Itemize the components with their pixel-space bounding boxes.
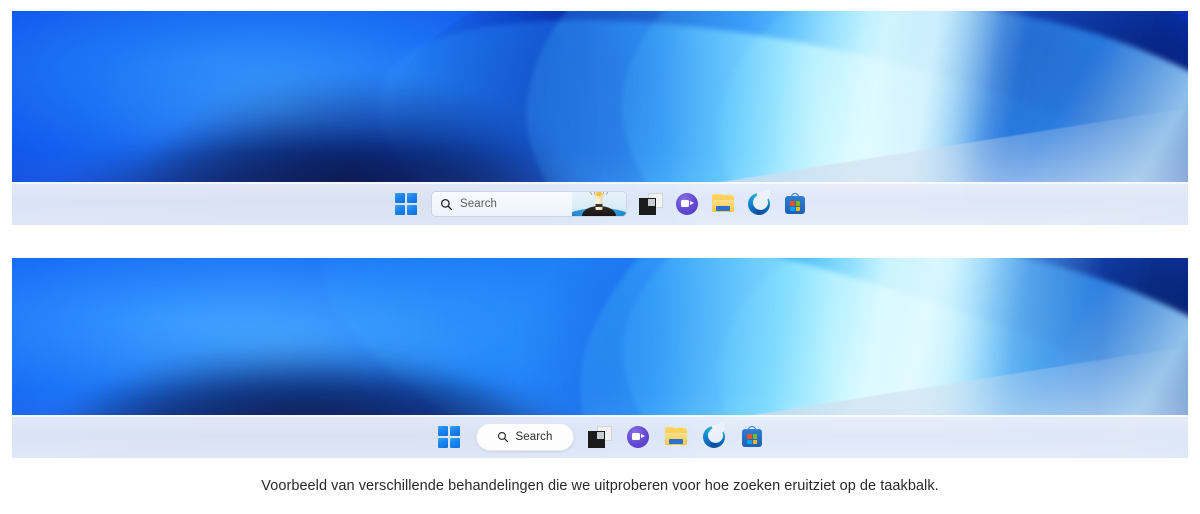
taskbar-app-store[interactable] xyxy=(783,192,807,216)
taskbar-app-task-view[interactable] xyxy=(639,192,663,216)
taskbar-app-task-view[interactable] xyxy=(588,425,612,449)
windows-logo-icon xyxy=(437,425,461,449)
taskbar-preview-one: Search xyxy=(12,11,1188,225)
taskbar-app-store[interactable] xyxy=(740,425,764,449)
taskbar-app-edge[interactable] xyxy=(747,189,773,216)
taskbar-app-file-explorer[interactable] xyxy=(711,192,735,216)
taskbar-app-file-explorer[interactable] xyxy=(664,425,688,449)
search-button-label: Search xyxy=(515,431,553,443)
lighthouse-icon xyxy=(572,192,626,216)
taskbar-center-group: Search xyxy=(393,189,807,217)
taskbar: Search xyxy=(12,415,1188,458)
search-icon xyxy=(441,198,453,210)
page-root: Search Search Voorbeeld van verschillend… xyxy=(0,0,1200,514)
search-icon xyxy=(498,431,509,443)
figure-caption: Voorbeeld van verschillende behandelinge… xyxy=(261,478,939,494)
search-placeholder: Search xyxy=(460,198,498,210)
taskbar-preview-two: Search xyxy=(12,258,1188,458)
search-input[interactable]: Search xyxy=(431,191,627,217)
start-button[interactable] xyxy=(393,191,419,217)
taskbar: Search xyxy=(12,182,1188,225)
taskbar-app-edge[interactable] xyxy=(702,422,728,449)
search-button[interactable]: Search xyxy=(476,423,574,451)
taskbar-center-group: Search xyxy=(436,422,764,451)
windows-logo-icon xyxy=(394,192,418,216)
start-button[interactable] xyxy=(436,424,462,450)
taskbar-app-teams[interactable] xyxy=(626,425,650,449)
taskbar-app-teams[interactable] xyxy=(675,192,699,216)
